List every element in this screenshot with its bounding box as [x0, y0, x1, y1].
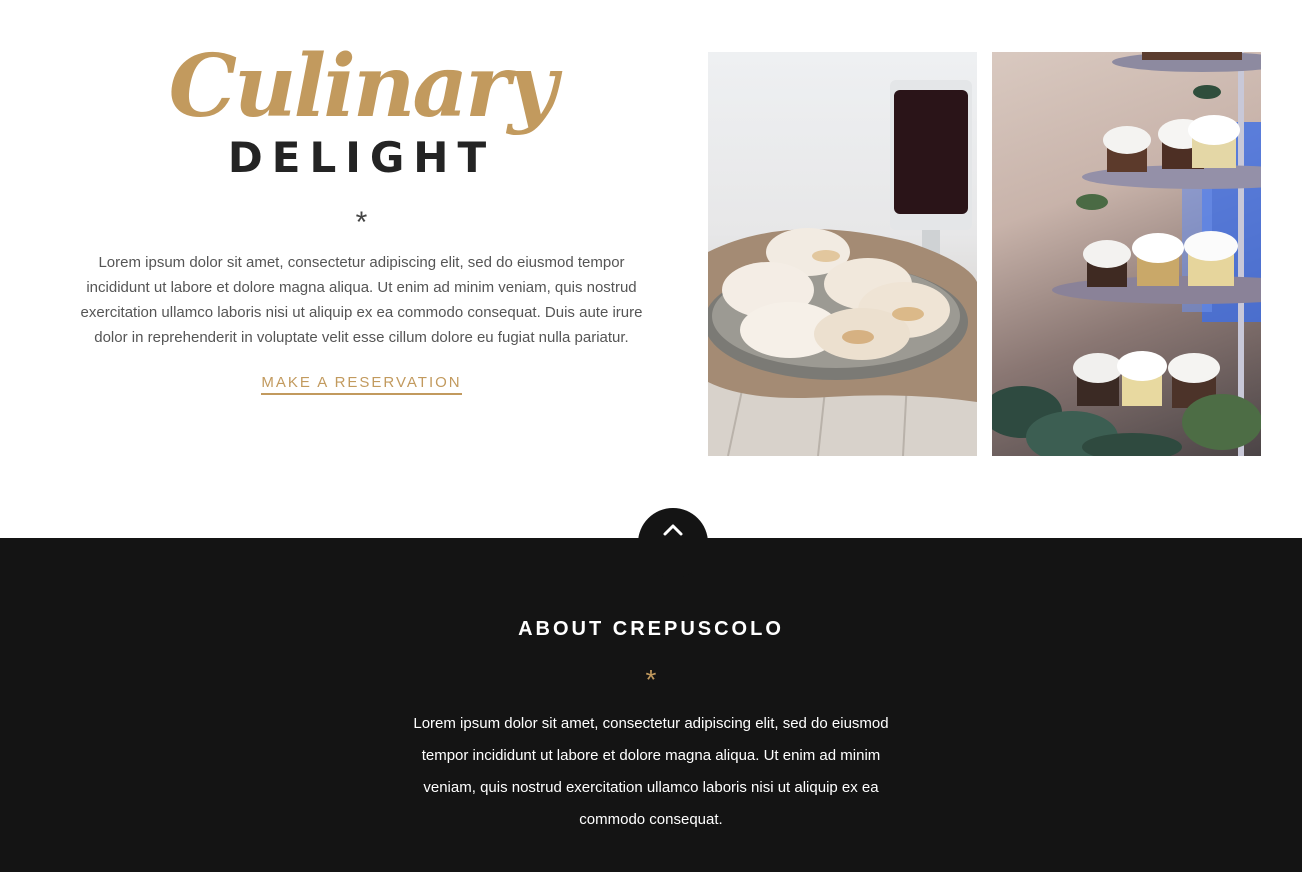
hero-description: Lorem ipsum dolor sit amet, consectetur … — [80, 254, 643, 346]
hero-section: Culinary DELIGHT * Lorem ipsum dolor sit… — [0, 0, 1302, 538]
cookies-coffee-photo — [708, 52, 977, 456]
make-reservation-link[interactable]: MAKE A RESERVATION — [261, 374, 462, 395]
scroll-to-top-button[interactable] — [638, 508, 708, 578]
cupcake-tower-illustration — [992, 52, 1261, 456]
cookies-coffee-illustration — [708, 80, 977, 456]
hero-bold-title: DELIGHT — [227, 133, 496, 182]
ornament-asterisk-gold: * — [645, 664, 657, 695]
hero-script-title: Culinary — [168, 36, 558, 137]
chevron-up-icon — [663, 524, 683, 536]
hero-text-block: Culinary DELIGHT * Lorem ipsum dolor sit… — [80, 44, 643, 395]
about-section: ABOUT CREPUSCOLO * Lorem ipsum dolor sit… — [0, 538, 1302, 872]
cupcake-tower-photo — [992, 52, 1261, 456]
about-description: Lorem ipsum dolor sit amet, consectetur … — [413, 715, 889, 828]
ornament-asterisk: * — [355, 206, 368, 239]
